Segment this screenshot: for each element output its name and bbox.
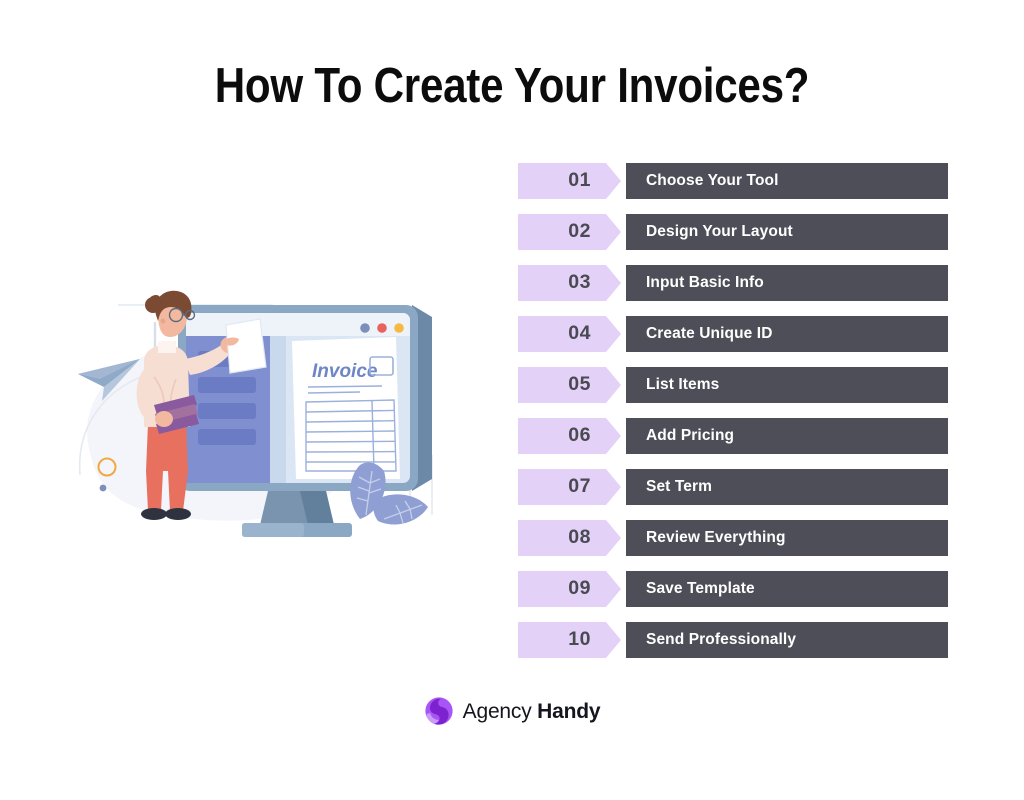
step-row[interactable]: 08 Review Everything: [518, 520, 948, 556]
agency-handy-logo-mark: [425, 697, 453, 725]
step-row[interactable]: 09 Save Template: [518, 571, 948, 607]
step-number-tag: 10: [518, 622, 621, 658]
step-label: Review Everything: [646, 529, 786, 547]
invoice-document-title: Invoice: [312, 361, 378, 382]
step-number: 07: [568, 475, 591, 498]
window-dot-yellow: [394, 323, 404, 333]
paper-sheet: [225, 318, 267, 374]
hero-illustration: Invoice: [60, 275, 460, 550]
window-dot-red: [377, 323, 387, 333]
step-number-tag: 01: [518, 163, 621, 199]
step-number-tag: 03: [518, 265, 621, 301]
step-number-tag: 02: [518, 214, 621, 250]
step-number: 09: [568, 577, 591, 600]
step-row[interactable]: 10 Send Professionally: [518, 622, 948, 658]
step-number: 04: [568, 322, 591, 345]
step-number: 01: [568, 169, 591, 192]
step-number: 06: [568, 424, 591, 447]
decorative-dot: [99, 484, 107, 492]
step-row[interactable]: 05 List Items: [518, 367, 948, 403]
step-label: Choose Your Tool: [646, 172, 779, 190]
shoe-right: [165, 508, 191, 520]
logo-text-handy: Handy: [537, 699, 601, 723]
steps-list: 01 Choose Your Tool 02 Design Your Layou…: [518, 163, 948, 673]
step-label-bar[interactable]: Design Your Layout: [626, 214, 948, 250]
step-row[interactable]: 01 Choose Your Tool: [518, 163, 948, 199]
step-label-bar[interactable]: Add Pricing: [626, 418, 948, 454]
step-label: Send Professionally: [646, 631, 797, 649]
step-number: 08: [568, 526, 591, 549]
step-number-tag: 06: [518, 418, 621, 454]
step-number: 10: [568, 628, 591, 651]
step-label-bar[interactable]: Input Basic Info: [626, 265, 948, 301]
step-row[interactable]: 02 Design Your Layout: [518, 214, 948, 250]
step-number: 02: [568, 220, 591, 243]
infographic-page: How To Create Your Invoices? Invoice 01 …: [0, 0, 1024, 800]
shoe-left: [141, 508, 167, 520]
step-label-bar[interactable]: Review Everything: [626, 520, 948, 556]
step-label: Create Unique ID: [646, 325, 773, 343]
step-number-tag: 04: [518, 316, 621, 352]
step-label-bar[interactable]: Create Unique ID: [626, 316, 948, 352]
step-number-tag: 09: [518, 571, 621, 607]
step-row[interactable]: 04 Create Unique ID: [518, 316, 948, 352]
step-label-bar[interactable]: Save Template: [626, 571, 948, 607]
step-number: 03: [568, 271, 591, 294]
step-label-bar[interactable]: Choose Your Tool: [626, 163, 948, 199]
step-row[interactable]: 07 Set Term: [518, 469, 948, 505]
step-label-bar[interactable]: List Items: [626, 367, 948, 403]
logo-text-agency: Agency: [462, 699, 532, 723]
step-number-tag: 08: [518, 520, 621, 556]
logo-wordmark: Agency Handy: [463, 701, 601, 722]
step-row[interactable]: 06 Add Pricing: [518, 418, 948, 454]
step-number-tag: 05: [518, 367, 621, 403]
step-row[interactable]: 03 Input Basic Info: [518, 265, 948, 301]
page-title: How To Create Your Invoices?: [214, 59, 810, 113]
step-label: Input Basic Info: [646, 274, 764, 292]
hair-bun: [145, 297, 161, 313]
step-number-tag: 07: [518, 469, 621, 505]
step-number: 05: [568, 373, 591, 396]
step-label: List Items: [646, 376, 720, 394]
brand-logo: Agency Handy: [0, 696, 1024, 726]
step-label-bar[interactable]: Send Professionally: [626, 622, 948, 658]
step-label: Add Pricing: [646, 427, 735, 445]
step-label: Save Template: [646, 580, 755, 598]
step-label-bar[interactable]: Set Term: [626, 469, 948, 505]
invoice-document: Invoice: [292, 337, 400, 479]
step-label: Set Term: [646, 478, 712, 496]
window-dot-blue: [360, 323, 370, 333]
step-label: Design Your Layout: [646, 223, 793, 241]
